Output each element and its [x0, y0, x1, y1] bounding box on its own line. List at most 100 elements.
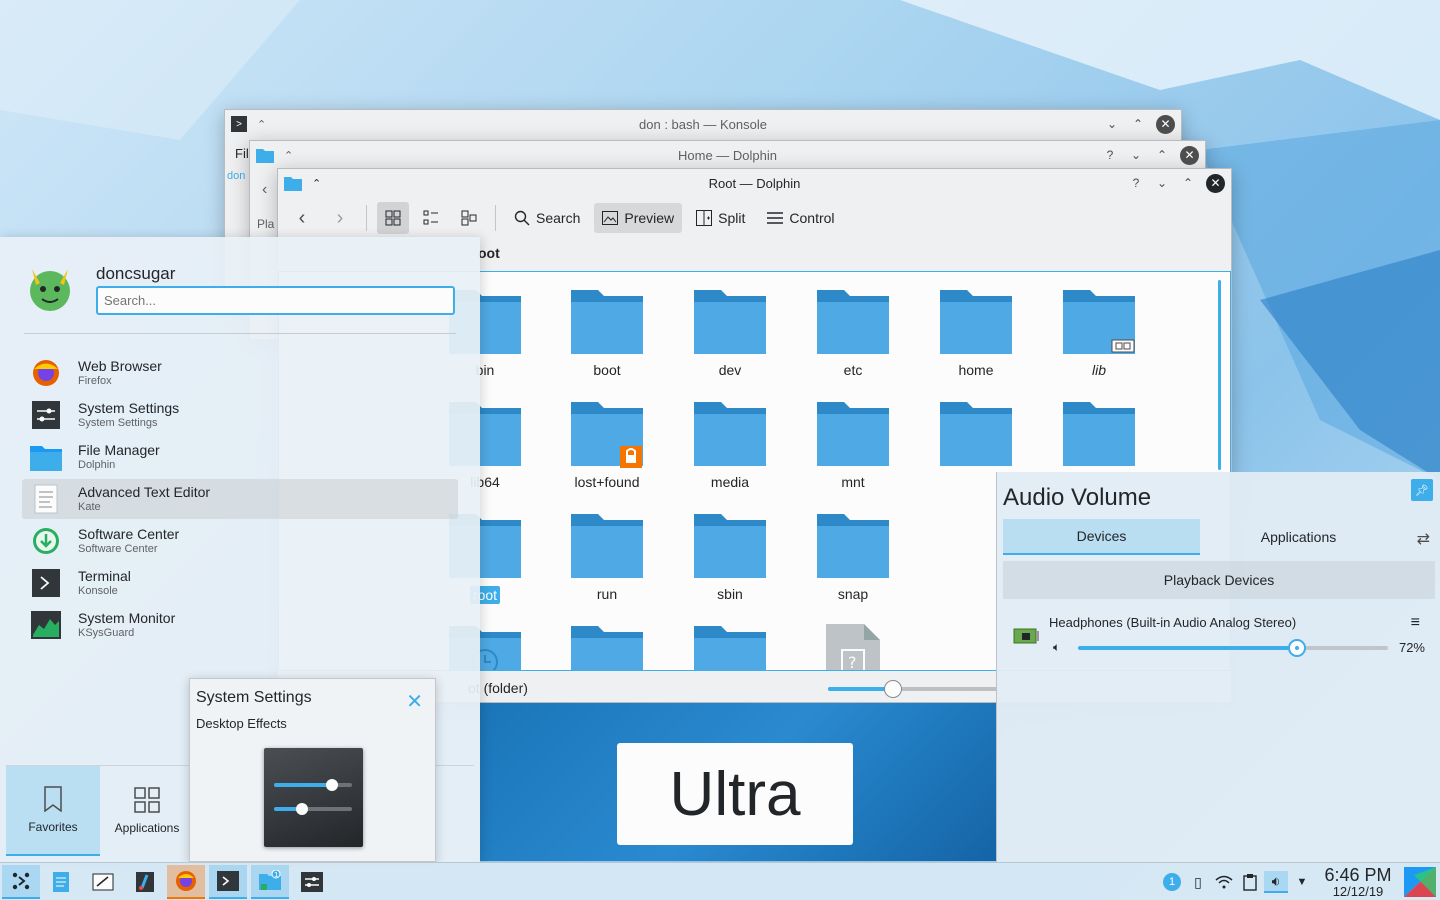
folder-item[interactable]: snap [798, 512, 908, 602]
folder-item[interactable] [921, 400, 1031, 474]
zoom-slider[interactable] [828, 680, 998, 698]
favorite-item[interactable]: System Monitor KSysGuard [22, 605, 458, 645]
folder-item-partial[interactable] [552, 624, 662, 670]
clipboard-shape-icon [1243, 874, 1257, 891]
avatar [30, 269, 70, 311]
monitor-icon [30, 609, 62, 641]
tab-applications[interactable]: Applications [100, 766, 194, 856]
favorite-item[interactable]: System Settings System Settings [22, 395, 458, 435]
minimize-button[interactable]: ⌄ [1154, 175, 1170, 191]
speaker-icon[interactable]: 🔈︎ [1053, 640, 1060, 655]
close-button[interactable]: ✕ [1180, 145, 1199, 165]
folder-item[interactable]: dev [675, 288, 785, 378]
folder-item[interactable]: lost+found [552, 400, 662, 490]
tray-expander-icon[interactable]: ▼ [1292, 871, 1312, 893]
sliders-icon [274, 779, 352, 815]
folder-item[interactable]: lib [1044, 288, 1154, 378]
maximize-button[interactable]: ⌃ [1180, 175, 1196, 191]
taskbar-dolphin[interactable]: 1 [251, 865, 289, 899]
folder-item[interactable]: home [921, 288, 1031, 378]
configure-icon[interactable]: ⇄ [1417, 529, 1430, 549]
keep-above-icon[interactable]: ⌃ [312, 177, 321, 190]
grid-view-icon [385, 210, 401, 226]
show-desktop-icon[interactable] [1404, 867, 1436, 897]
folder-item[interactable]: etc [798, 288, 908, 378]
favorite-description: Firefox [78, 375, 112, 387]
digital-clock[interactable]: 6:46 PM 12/12/19 [1322, 865, 1394, 899]
close-button[interactable]: ✕ [1156, 114, 1175, 134]
unknown-file-item[interactable]: ? [798, 624, 908, 670]
forward-button[interactable]: › [324, 202, 356, 234]
favorite-name: System Settings [78, 400, 180, 416]
tab-favorites[interactable]: Favorites [6, 766, 100, 856]
tab-devices[interactable]: Devices [1003, 519, 1200, 555]
folder-item[interactable] [1044, 400, 1154, 474]
dolphin-root-titlebar[interactable]: ⌃ Root — Dolphin ? ⌄ ⌃ ✕ [278, 169, 1231, 197]
terminal-icon [217, 871, 239, 891]
settings-icon [30, 399, 62, 431]
favorite-description: Software Center [78, 543, 158, 555]
back-button[interactable]: ‹ [286, 202, 318, 234]
kdeconnect-icon[interactable]: ▯ [1188, 871, 1208, 893]
preview-button[interactable]: Preview [594, 203, 683, 233]
favorite-item[interactable]: File Manager Dolphin [22, 437, 458, 477]
split-button[interactable]: Split [688, 203, 753, 233]
zoom-slider-handle[interactable] [884, 680, 902, 698]
scrollbar[interactable] [1218, 280, 1221, 470]
favorite-item[interactable]: Software Center Software Center [22, 521, 458, 561]
folder-item[interactable]: sbin [675, 512, 785, 602]
details-view-button[interactable] [453, 202, 485, 234]
close-button[interactable]: ✕ [1206, 173, 1225, 193]
keep-above-icon[interactable]: ⌃ [257, 118, 266, 131]
notification-popup[interactable]: System Settings Desktop Effects ✕ [189, 678, 436, 862]
folder-item[interactable]: media [675, 400, 785, 490]
device-name: Headphones (Built-in Audio Analog Stereo… [1049, 615, 1297, 630]
help-button[interactable]: ? [1128, 175, 1144, 191]
network-wifi-icon[interactable] [1214, 871, 1234, 893]
text-editor-icon [30, 483, 62, 515]
taskbar-firefox[interactable] [167, 865, 205, 899]
taskbar-text-editor[interactable] [42, 865, 80, 899]
minimize-button[interactable]: ⌄ [1104, 116, 1120, 132]
compact-view-button[interactable] [415, 202, 447, 234]
search-input[interactable] [96, 286, 455, 315]
favorite-item[interactable]: Advanced Text Editor Kate [22, 479, 458, 519]
notifications-icon[interactable]: 1 [1162, 871, 1182, 893]
help-button[interactable]: ? [1102, 147, 1118, 163]
image-icon [602, 211, 619, 225]
favorite-name: Terminal [78, 568, 131, 584]
konsole-menu-partial: Fil [235, 146, 249, 161]
tab-applications[interactable]: Applications [1200, 519, 1397, 555]
keep-above-icon[interactable]: ⌃ [284, 149, 293, 162]
folder-item[interactable]: boot [552, 288, 662, 378]
close-icon[interactable]: ✕ [406, 689, 423, 714]
control-button[interactable]: Control [759, 203, 842, 233]
back-arrow-icon[interactable]: ‹ [262, 181, 267, 199]
konsole-titlebar[interactable]: > ⌃ don : bash — Konsole ⌄ ⌃ ✕ [225, 110, 1181, 138]
clipboard-icon[interactable] [1240, 871, 1260, 893]
taskbar-notes[interactable] [84, 865, 122, 899]
folder-item[interactable]: mnt [798, 400, 908, 490]
device-menu-icon[interactable]: ≡ [1411, 614, 1420, 632]
volume-slider[interactable] [1078, 639, 1388, 657]
favorite-description: KSysGuard [78, 627, 135, 639]
taskbar-konsole[interactable] [209, 865, 247, 899]
volume-tray-icon[interactable]: 🔉︎ [1264, 871, 1288, 893]
application-launcher-button[interactable] [2, 865, 40, 899]
taskbar-krita[interactable] [126, 865, 164, 899]
pin-button[interactable]: 📌︎ [1411, 479, 1433, 501]
folder-item[interactable]: run [552, 512, 662, 602]
volume-slider-handle[interactable] [1287, 639, 1306, 657]
maximize-button[interactable]: ⌃ [1154, 147, 1170, 163]
folder-item-partial[interactable] [675, 624, 785, 670]
dolphin-home-titlebar[interactable]: ⌃ Home — Dolphin ? ⌄ ⌃ ✕ [250, 141, 1205, 169]
icons-view-button[interactable] [377, 202, 409, 234]
search-button[interactable]: Search [506, 203, 588, 233]
folder-icon [571, 290, 643, 354]
minimize-button[interactable]: ⌄ [1128, 147, 1144, 163]
favorite-item[interactable]: Terminal Konsole [22, 563, 458, 603]
taskbar-system-settings[interactable] [293, 865, 331, 899]
favorite-item[interactable]: Web Browser Firefox [22, 353, 458, 393]
folder-label: snap [837, 586, 869, 602]
maximize-button[interactable]: ⌃ [1130, 116, 1146, 132]
